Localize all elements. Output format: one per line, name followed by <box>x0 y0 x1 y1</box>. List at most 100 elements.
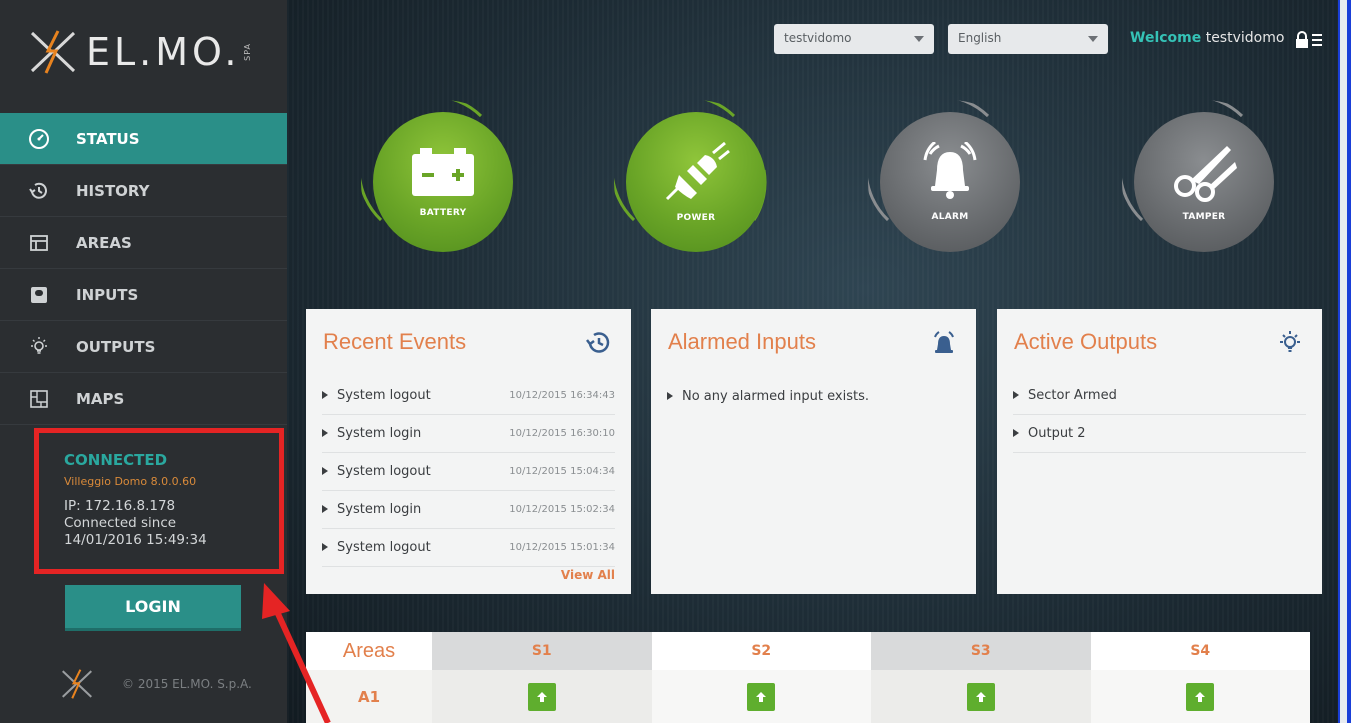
map-icon <box>28 388 50 410</box>
table-cell <box>1090 670 1310 723</box>
lightbulb-icon <box>28 336 50 358</box>
output-text: Sector Armed <box>1028 388 1117 403</box>
history-icon <box>28 180 50 202</box>
active-outputs-panel: Active Outputs Sector Armed Output 2 <box>997 309 1322 594</box>
table-cell <box>651 670 871 723</box>
elmo-logo-icon <box>30 30 76 74</box>
list-item: No any alarmed input exists. <box>667 377 960 415</box>
areas-table: Areas S1 S2 S3 S4 A1 <box>306 632 1310 723</box>
view-all-link[interactable]: View All <box>561 568 615 582</box>
alarmed-input-list: No any alarmed input exists. <box>667 377 960 415</box>
up-arrow-icon[interactable] <box>1186 682 1215 711</box>
lightbulb-icon <box>1280 331 1300 352</box>
elmo-footer-logo-icon <box>62 669 92 699</box>
sidebar-item-maps[interactable]: MAPS <box>0 373 287 425</box>
event-text: System logout <box>337 540 431 555</box>
login-button[interactable]: LOGIN <box>65 585 241 631</box>
caret-right-icon <box>322 467 328 475</box>
sidebar-item-status[interactable]: STATUS <box>0 113 296 165</box>
status-tamper[interactable]: TAMPER <box>1122 100 1274 252</box>
sidebar-item-label: STATUS <box>76 129 140 148</box>
status-label: POWER <box>676 213 716 223</box>
sidebar-item-label: OUTPUTS <box>76 337 156 356</box>
table-cell <box>871 670 1091 723</box>
event-time: 10/12/2015 15:02:34 <box>509 504 615 515</box>
panel-title: Alarmed Inputs <box>668 329 816 354</box>
connection-device: Villeggio Domo 8.0.0.60 <box>64 475 197 488</box>
list-item[interactable]: System logout 10/12/2015 16:34:43 <box>322 377 615 415</box>
recent-events-panel: Recent Events System logout 10/12/2015 16… <box>306 309 631 594</box>
event-time: 10/12/2015 16:34:43 <box>509 390 615 401</box>
battery-icon <box>412 148 474 196</box>
sidebar-item-inputs[interactable]: INPUTS <box>0 269 287 321</box>
plug-icon <box>665 141 730 201</box>
alarmed-inputs-panel: Alarmed Inputs No any alarmed input exis… <box>651 309 976 594</box>
list-item[interactable]: System login 10/12/2015 16:30:10 <box>322 415 615 453</box>
scrollbar[interactable] <box>1340 0 1347 723</box>
status-battery[interactable]: BATTERY <box>361 100 513 252</box>
welcome-username: testvidomo <box>1205 30 1285 46</box>
language-select[interactable]: English <box>948 24 1108 54</box>
alarmed-input-text: No any alarmed input exists. <box>682 388 869 404</box>
event-text: System login <box>337 502 422 517</box>
connection-since-label: Connected since <box>64 515 177 531</box>
scissors-icon <box>1174 146 1237 202</box>
list-item[interactable]: Output 2 <box>1013 415 1306 453</box>
event-time: 10/12/2015 16:30:10 <box>509 428 615 439</box>
copyright-text: © 2015 EL.MO. S.p.A. <box>122 677 252 691</box>
table-row: A1 <box>306 670 1310 723</box>
up-arrow-icon[interactable] <box>527 682 556 711</box>
bell-icon <box>923 142 977 199</box>
row-label: A1 <box>306 670 432 723</box>
connection-info: CONNECTED Villeggio Domo 8.0.0.60 IP: 17… <box>34 428 284 574</box>
event-text: System logout <box>337 388 431 403</box>
sidebar-menu: STATUS HISTORY AREAS INPUTS OUTPUTS MAPS <box>0 113 296 425</box>
inputs-icon <box>28 284 50 306</box>
column-header: S1 <box>432 632 652 670</box>
output-text: Output 2 <box>1028 426 1086 441</box>
bell-icon <box>934 331 954 353</box>
user-select[interactable]: testvidomo <box>774 24 934 54</box>
status-label: BATTERY <box>419 208 467 218</box>
brand-spa: SPA <box>242 43 252 61</box>
speedometer-icon <box>28 128 50 150</box>
sidebar-item-areas[interactable]: AREAS <box>0 217 287 269</box>
sidebar-item-label: AREAS <box>76 233 132 252</box>
language-select-value: English <box>958 31 1002 45</box>
footer: © 2015 EL.MO. S.p.A. <box>60 668 252 700</box>
list-item[interactable]: System login 10/12/2015 15:02:34 <box>322 491 615 529</box>
connection-since-value: 14/01/2016 15:49:34 <box>64 532 207 548</box>
up-arrow-icon[interactable] <box>747 682 776 711</box>
sidebar-item-label: MAPS <box>76 389 125 408</box>
list-item[interactable]: System logout 10/12/2015 15:01:34 <box>322 529 615 567</box>
status-power[interactable]: POWER <box>614 100 767 252</box>
event-text: System logout <box>337 464 431 479</box>
sidebar-item-history[interactable]: HISTORY <box>0 165 287 217</box>
panel-title: Active Outputs <box>1014 329 1158 354</box>
areas-icon <box>28 232 50 254</box>
sidebar-item-label: INPUTS <box>76 285 139 304</box>
table-cell <box>432 670 652 723</box>
history-icon <box>586 332 610 353</box>
caret-right-icon <box>322 429 328 437</box>
welcome-text: Welcome testvidomo <box>1130 30 1284 46</box>
panel-title: Recent Events <box>323 329 467 354</box>
list-item[interactable]: Sector Armed <box>1013 377 1306 415</box>
active-output-list: Sector Armed Output 2 <box>1013 377 1306 453</box>
status-alarm[interactable]: ALARM <box>868 100 1020 252</box>
event-text: System login <box>337 426 422 441</box>
up-arrow-icon[interactable] <box>966 682 995 711</box>
caret-right-icon <box>667 391 673 400</box>
brand-logo: EL.MO. SPA <box>28 22 252 82</box>
areas-header-row: Areas S1 S2 S3 S4 <box>306 632 1310 670</box>
caret-right-icon <box>322 505 328 513</box>
list-item[interactable]: System logout 10/12/2015 15:04:34 <box>322 453 615 491</box>
caret-right-icon <box>322 543 328 551</box>
areas-title: Areas <box>306 632 432 670</box>
column-header: S4 <box>1090 632 1310 670</box>
caret-right-icon <box>1013 429 1019 437</box>
sidebar-item-outputs[interactable]: OUTPUTS <box>0 321 287 373</box>
lock-menu-icon[interactable] <box>1294 30 1324 50</box>
event-time: 10/12/2015 15:01:34 <box>509 542 615 553</box>
chevron-down-icon <box>1088 36 1098 42</box>
